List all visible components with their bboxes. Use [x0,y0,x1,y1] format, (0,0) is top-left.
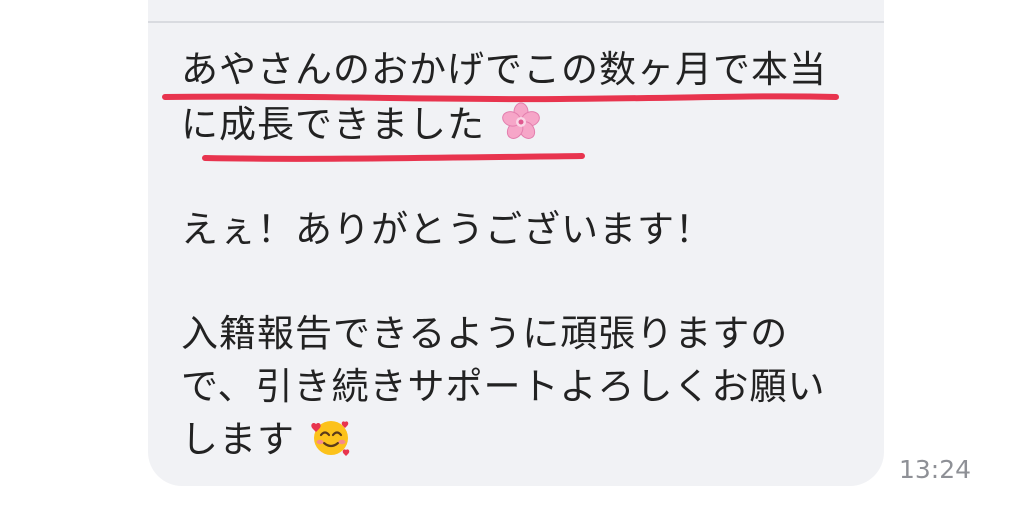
message-line-6-text: します [181,418,295,461]
message-line-6: します [181,416,352,464]
message-line-2: に成長できました [181,101,542,149]
message-line-1: あやさんのおかげでこの数ヶ月で本当 [181,48,827,91]
message-timestamp: 13:24 [899,455,972,484]
bubble-divider [148,21,884,23]
chat-screen: あやさんのおかげでこの数ヶ月で本当 に成長できました えぇ！ありがとうございます… [0,0,1024,510]
smiling-face-with-hearts-icon [310,416,352,458]
message-line-2-text: に成長できました [181,103,485,146]
message-line-3: えぇ！ありがとうございます！ [181,208,713,251]
cherry-blossom-icon [500,101,542,143]
message-line-4: 入籍報告できるように頑張りますの [181,312,789,355]
message-line-5: で、引き続きサポートよろしくお願い [181,365,826,408]
